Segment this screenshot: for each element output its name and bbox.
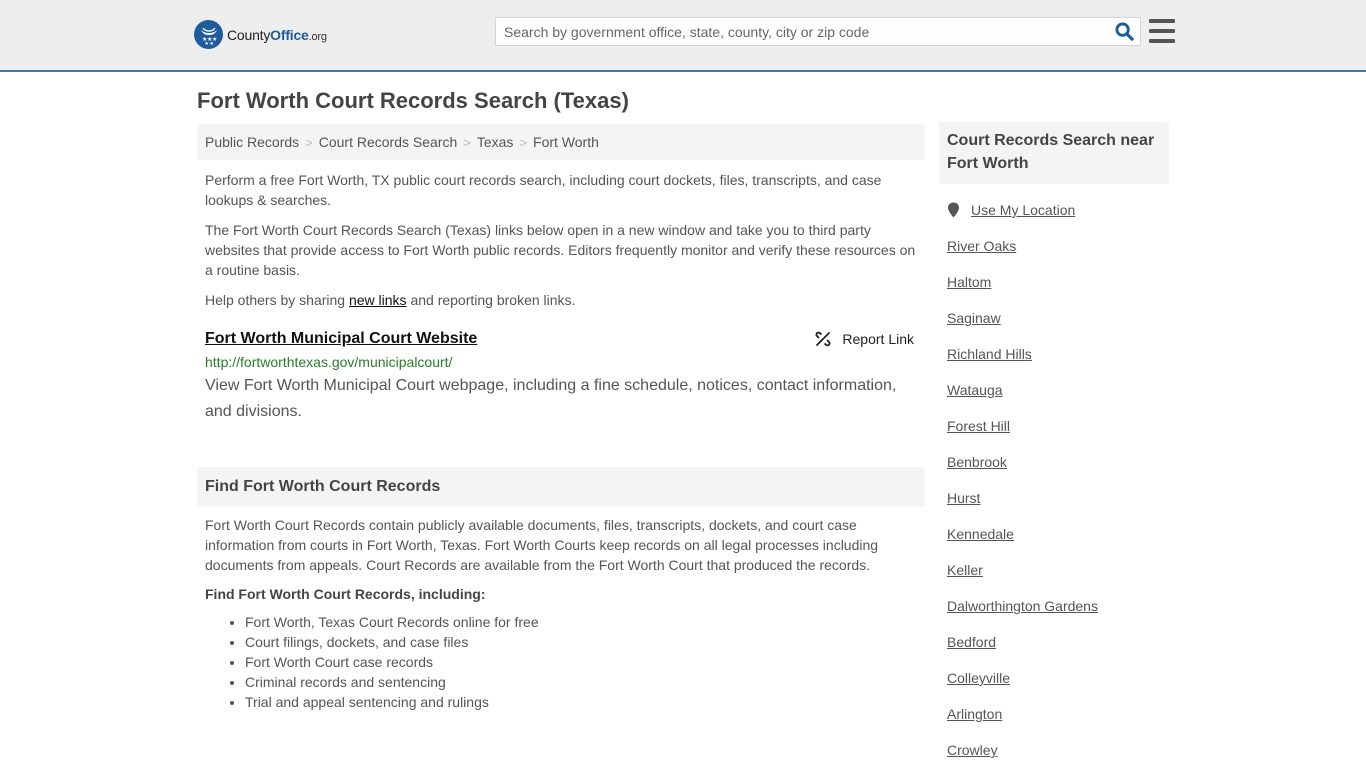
search-box — [495, 17, 1141, 46]
sidebar-city-link[interactable]: Dalworthington Gardens — [947, 596, 1167, 632]
breadcrumb: Public Records > Court Records Search > … — [197, 124, 925, 160]
hamburger-menu-icon-bar — [1149, 39, 1175, 43]
sidebar-city-link[interactable]: Arlington — [947, 704, 1167, 740]
use-my-location-link[interactable]: Use My Location — [971, 202, 1075, 218]
sidebar-heading: Court Records Search near Fort Worth — [939, 122, 1169, 184]
sidebar-city-link[interactable]: River Oaks — [947, 236, 1167, 272]
eagle-stars-logo-icon: ★ ★ ★ ★ ★ — [194, 20, 223, 49]
site-header: ★ ★ ★ ★ ★ CountyOffice.org — [0, 0, 1366, 72]
breadcrumb-item-fort-worth[interactable]: Fort Worth — [533, 134, 599, 150]
share-links-paragraph: Help others by sharing new links and rep… — [205, 292, 576, 308]
resource-listing: Fort Worth Municipal Court Website Repor… — [205, 330, 920, 425]
list-item: Fort Worth Court case records — [245, 652, 920, 672]
sidebar-city-link[interactable]: Crowley — [947, 740, 1167, 776]
list-item: Criminal records and sentencing — [245, 672, 920, 692]
resource-description: View Fort Worth Municipal Court webpage,… — [205, 377, 897, 420]
sidebar-city-link[interactable]: Hurst — [947, 488, 1167, 524]
list-item: Fort Worth, Texas Court Records online f… — [245, 612, 920, 632]
sidebar-city-link[interactable]: Kennedale — [947, 524, 1167, 560]
sidebar-city-link[interactable]: Watauga — [947, 380, 1167, 416]
search-input[interactable] — [496, 18, 1108, 45]
sidebar-city-link[interactable]: Benbrook — [947, 452, 1167, 488]
report-link-button[interactable]: Report Link — [815, 331, 914, 347]
intro-section: Perform a free Fort Worth, TX public cou… — [205, 170, 920, 320]
sidebar-city-link[interactable]: Colleyville — [947, 668, 1167, 704]
find-records-subheading: Find Fort Worth Court Records, including… — [205, 586, 486, 602]
use-my-location: Use My Location — [947, 200, 1167, 220]
site-logo[interactable]: ★ ★ ★ ★ ★ CountyOffice.org — [194, 20, 327, 49]
intro-paragraph: Perform a free Fort Worth, TX public cou… — [205, 172, 882, 208]
find-records-heading: Find Fort Worth Court Records — [197, 467, 925, 507]
list-item: Trial and appeal sentencing and rulings — [245, 692, 920, 712]
sidebar-city-link[interactable]: Saginaw — [947, 308, 1167, 344]
sidebar-city-link[interactable]: Richland Hills — [947, 344, 1167, 380]
hamburger-menu-icon-bar — [1149, 19, 1175, 23]
sidebar-city-link[interactable]: Forest Hill — [947, 416, 1167, 452]
sidebar-city-link[interactable]: Bedford — [947, 632, 1167, 668]
sidebar-city-link[interactable]: Haltom — [947, 272, 1167, 308]
nearby-cities-list: Use My Location River Oaks Haltom Sagina… — [947, 200, 1167, 776]
breadcrumb-separator: > — [305, 134, 313, 150]
find-records-list: Fort Worth, Texas Court Records online f… — [205, 612, 920, 712]
broken-link-icon — [815, 331, 831, 347]
resource-title-link[interactable]: Fort Worth Municipal Court Website — [205, 330, 477, 347]
map-pin-icon — [948, 202, 959, 218]
page-title: Fort Worth Court Records Search (Texas) — [197, 88, 629, 113]
breadcrumb-separator: > — [519, 134, 528, 150]
sidebar-city-link[interactable]: Keller — [947, 560, 1167, 596]
find-records-section: Fort Worth Court Records contain publicl… — [205, 515, 920, 712]
new-links-link[interactable]: new links — [349, 292, 407, 308]
hamburger-menu-button[interactable] — [1149, 19, 1175, 43]
breadcrumb-separator: > — [463, 134, 471, 150]
svg-text:★: ★ — [209, 41, 214, 46]
report-link-label: Report Link — [842, 331, 914, 347]
breadcrumb-item-texas[interactable]: Texas — [477, 134, 514, 150]
breadcrumb-item-court-records-search[interactable]: Court Records Search — [319, 134, 458, 150]
search-button[interactable] — [1108, 18, 1140, 45]
search-icon — [1114, 22, 1134, 41]
find-records-paragraph: Fort Worth Court Records contain publicl… — [205, 517, 879, 573]
breadcrumb-item-public-records[interactable]: Public Records — [205, 134, 299, 150]
list-item: Court filings, dockets, and case files — [245, 632, 920, 652]
logo-text: CountyOffice.org — [227, 26, 327, 43]
hamburger-menu-icon-bar — [1149, 29, 1175, 33]
resource-url: http://fortworthtexas.gov/municipalcourt… — [205, 354, 453, 370]
disclaimer-paragraph: The Fort Worth Court Records Search (Tex… — [205, 222, 916, 278]
